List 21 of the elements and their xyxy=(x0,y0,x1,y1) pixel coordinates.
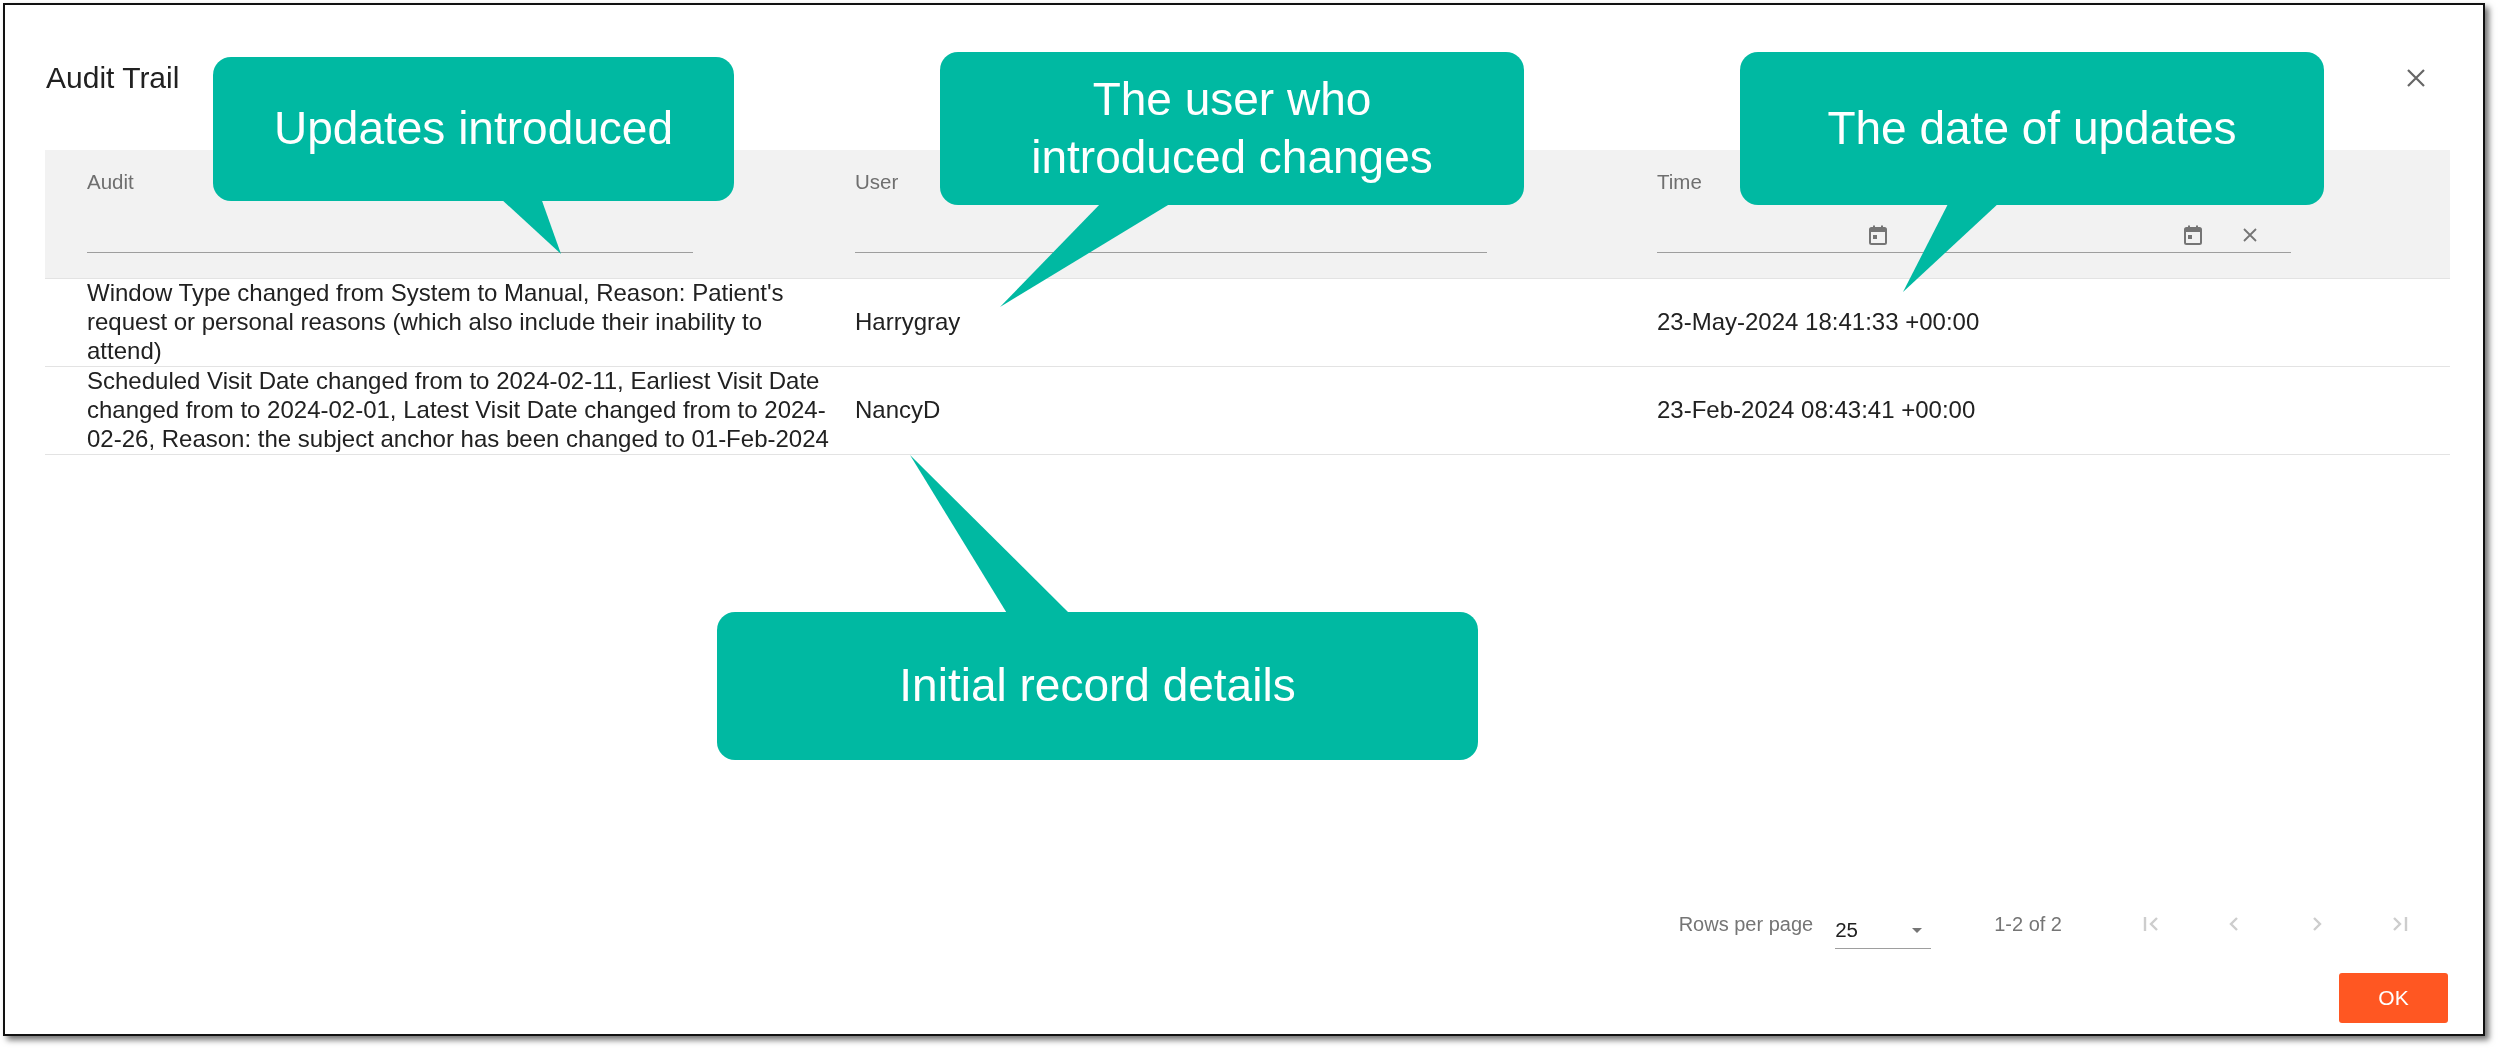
callout-text: The date of updates xyxy=(1827,101,2237,156)
caret-icon[interactable] xyxy=(1912,928,1923,933)
callout-text: The user who introduced changes xyxy=(1030,72,1434,185)
callout-text: Updates introduced xyxy=(274,101,673,157)
column-header: User xyxy=(855,170,899,194)
column-header: Audit xyxy=(87,170,134,194)
callout-text: Initial record details xyxy=(899,658,1296,714)
rows-per-page-select[interactable]: 25 xyxy=(1835,913,1932,949)
calendar-icon[interactable] xyxy=(1869,224,1887,245)
audit-text: Scheduled Visit Date changed from to 2024-02-11, Earliest Visit Date changed from to 2024-02-01, Latest Visit Date changed from to 2024-02-26, Reason: the subject anchor has been changed to 01-Feb-2024 xyxy=(87,367,829,452)
timestamp: 23-May-2024 18:41:33 +00:00 xyxy=(1657,308,1980,335)
calendar-icon[interactable] xyxy=(2184,224,2203,245)
page-range-text: 1-2 of 2 xyxy=(1994,912,2062,936)
rows-per-page-label: Rows per page xyxy=(1678,912,1814,936)
user-name: NancyD xyxy=(855,396,941,423)
audit-text: Window Type changed from System to Manual, Reason: Patient's request or personal reasons (which also include their inability to attend) xyxy=(87,279,784,364)
column-header: Time xyxy=(1657,170,1702,194)
dialog-title: Audit Trail xyxy=(46,59,180,96)
user-name: Harrygray xyxy=(855,308,961,335)
timestamp: 23-Feb-2024 08:43:41 +00:00 xyxy=(1657,396,1976,423)
clear-icon[interactable] xyxy=(2242,226,2259,243)
